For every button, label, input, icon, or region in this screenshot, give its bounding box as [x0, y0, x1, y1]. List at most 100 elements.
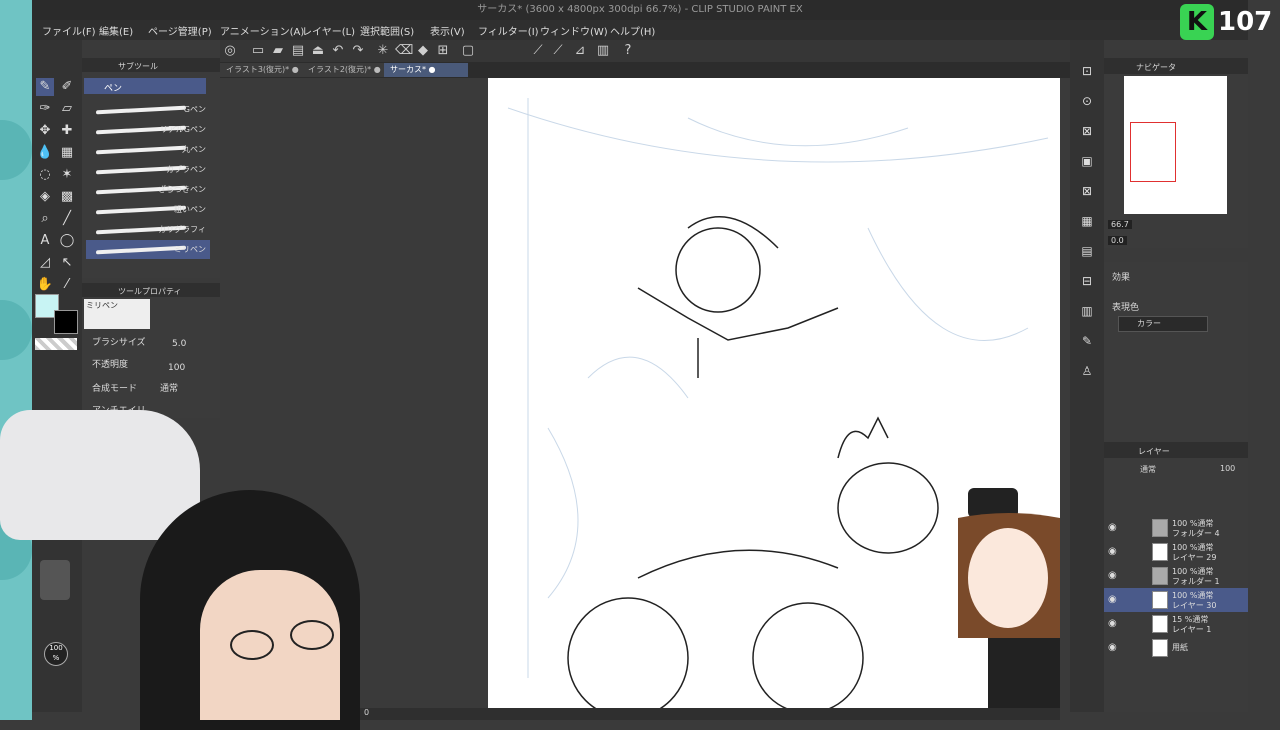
layer-row-selected[interactable]: ◉ 100 %通常 レイヤー 30 [1104, 588, 1248, 612]
eyedropper-tool-icon[interactable]: ⁄ [58, 276, 76, 294]
drawing-canvas[interactable] [488, 78, 1060, 710]
brush-calligraphy[interactable]: カリグラフィ [86, 220, 210, 239]
zoom-tool-icon[interactable]: ⌕ [36, 210, 54, 228]
lasso-tool-icon[interactable]: ◌ [36, 166, 54, 184]
snap-grid-icon[interactable]: ⊿ [572, 43, 588, 59]
select-icon[interactable]: ▢ [460, 43, 476, 59]
object-tool-icon[interactable]: ↖ [58, 254, 76, 272]
layer-row[interactable]: ◉ 100 %通常 フォルダー 4 [1104, 516, 1248, 540]
brush-coarse-pen[interactable]: 粗いペン [86, 200, 210, 219]
person-icon[interactable]: ♙ [1078, 362, 1096, 380]
tab-circus[interactable]: サーカス* ● [384, 63, 468, 77]
eye-icon[interactable]: ◉ [1108, 546, 1117, 557]
snap-special-icon[interactable]: ⟋ [550, 43, 566, 59]
edit-icon[interactable]: ✎ [1078, 332, 1096, 350]
layer-row[interactable]: ◉ 15 %通常 レイヤー 1 [1104, 612, 1248, 636]
help-icon[interactable]: ? [620, 43, 636, 59]
tab-illust2[interactable]: イラスト2(復元)* ● [302, 63, 387, 77]
hand-tool-icon[interactable]: ✋ [36, 276, 54, 294]
fill-icon[interactable]: ◆ [415, 43, 431, 59]
tab-illust3[interactable]: イラスト3(復元)* ● [220, 63, 305, 77]
pen-tool-icon[interactable]: ✎ [36, 78, 54, 96]
fill-tool-icon[interactable]: ◈ [36, 188, 54, 206]
display-color-label: 表現色 [1112, 303, 1140, 313]
menu-file[interactable]: ファイル(F) [42, 23, 96, 38]
menu-help[interactable]: ヘルプ(H) [610, 23, 655, 38]
opacity-label: 不透明度 [92, 360, 129, 370]
open-folder-icon[interactable]: ▰ [270, 43, 286, 59]
library-icon[interactable]: ▤ [1078, 242, 1096, 260]
undo-icon[interactable]: ↶ [330, 43, 346, 59]
magic-wand-icon[interactable]: ✶ [58, 166, 76, 184]
eye-icon[interactable]: ◉ [1108, 522, 1117, 533]
brush-size-value[interactable]: 5.0 [172, 339, 186, 349]
redo-icon[interactable]: ↷ [350, 43, 366, 59]
grid-icon[interactable]: ▦ [1078, 212, 1096, 230]
navigator-viewport[interactable] [1130, 122, 1176, 182]
brush-rough-pen[interactable]: ざらつきペン [86, 180, 210, 199]
opacity-value[interactable]: 100 [168, 363, 185, 373]
menu-animation[interactable]: アニメーション(A) [220, 23, 304, 38]
brush-round-pen[interactable]: 丸ペン [86, 140, 210, 159]
toolprop-header: ツールプロパティ [118, 287, 182, 296]
menu-view[interactable]: 表示(V) [430, 23, 465, 38]
save-icon[interactable]: ▤ [290, 43, 306, 59]
menu-filter[interactable]: フィルター(I) [478, 23, 539, 38]
subtool-group-pen[interactable]: ペン [84, 78, 206, 94]
history-icon[interactable]: ▥ [1078, 302, 1096, 320]
loading-icon[interactable]: ✳ [375, 43, 391, 59]
layer-opacity-value[interactable]: 100 [1220, 464, 1235, 473]
camera-icon[interactable]: ▣ [1078, 152, 1096, 170]
zoom-value[interactable]: 66.7 [1108, 220, 1132, 229]
brush-label: ミリペン [174, 245, 206, 254]
search-icon[interactable]: ⊙ [1078, 92, 1096, 110]
menu-page[interactable]: ページ管理(P) [148, 23, 212, 38]
menu-layer[interactable]: レイヤー(L) [302, 23, 355, 38]
menu-edit[interactable]: 編集(E) [99, 23, 133, 38]
app-icon[interactable]: ◎ [222, 43, 238, 59]
blend-tool-icon[interactable]: 💧 [36, 144, 54, 162]
eye-icon[interactable]: ◉ [1108, 618, 1117, 629]
transform-icon[interactable]: ⊞ [435, 43, 451, 59]
menu-window[interactable]: ウィンドウ(W) [540, 23, 608, 38]
eye-icon[interactable]: ◉ [1108, 594, 1117, 605]
gradient-tool-icon[interactable]: ▩ [58, 188, 76, 206]
close-icon[interactable]: ⊠ [1078, 122, 1096, 140]
color-slider[interactable] [40, 560, 70, 600]
layer-blend-select[interactable]: 通常 [1140, 464, 1156, 475]
reference-icon[interactable]: ⊟ [1078, 272, 1096, 290]
close-icon[interactable]: ⊠ [1078, 182, 1096, 200]
decoration-tool-icon[interactable]: ✥ [36, 122, 54, 140]
layer-row[interactable]: ◉ 100 %通常 レイヤー 29 [1104, 540, 1248, 564]
navigator-thumbnail[interactable] [1124, 76, 1227, 214]
clear-icon[interactable]: ⌫ [395, 43, 413, 59]
transparent-color-swatch[interactable] [35, 338, 77, 350]
export-icon[interactable]: ⏏ [310, 43, 326, 59]
text-tool-icon[interactable]: A [36, 232, 54, 250]
move-tool-icon[interactable]: ✚ [58, 122, 76, 140]
brush-g-pen[interactable]: Gペン [86, 100, 210, 119]
new-file-icon[interactable]: ▭ [250, 43, 266, 59]
frame-tool-icon[interactable]: ▦ [58, 144, 76, 162]
brush-kabura-pen[interactable]: カブラペン [86, 160, 210, 179]
brush-tool-icon[interactable]: ✑ [36, 100, 54, 118]
brush-milli-pen[interactable]: ミリペン [86, 240, 210, 259]
menu-selection[interactable]: 選択範囲(S) [360, 23, 414, 38]
ruler-tool-icon[interactable]: ◿ [36, 254, 54, 272]
rotation-value[interactable]: 0.0 [1108, 236, 1127, 245]
background-color-swatch[interactable] [54, 310, 78, 334]
layer-row[interactable]: ◉ 100 %通常 フォルダー 1 [1104, 564, 1248, 588]
display-color-select[interactable]: カラー [1118, 316, 1208, 332]
layer-row[interactable]: ◉ 用紙 [1104, 636, 1248, 660]
document-icon[interactable]: ▥ [595, 43, 611, 59]
eye-icon[interactable]: ◉ [1108, 642, 1117, 653]
brush-real-g-pen[interactable]: リアルGペン [86, 120, 210, 139]
pencil-tool-icon[interactable]: ✐ [58, 78, 76, 96]
balloon-tool-icon[interactable]: ◯ [58, 232, 76, 250]
eye-icon[interactable]: ◉ [1108, 570, 1117, 581]
snap-ruler-icon[interactable]: ⟋ [530, 43, 546, 59]
blend-mode-select[interactable]: 通常 [160, 381, 178, 394]
material-icon[interactable]: ⊡ [1078, 62, 1096, 80]
line-tool-icon[interactable]: ╱ [58, 210, 76, 228]
eraser-tool-icon[interactable]: ▱ [58, 100, 76, 118]
